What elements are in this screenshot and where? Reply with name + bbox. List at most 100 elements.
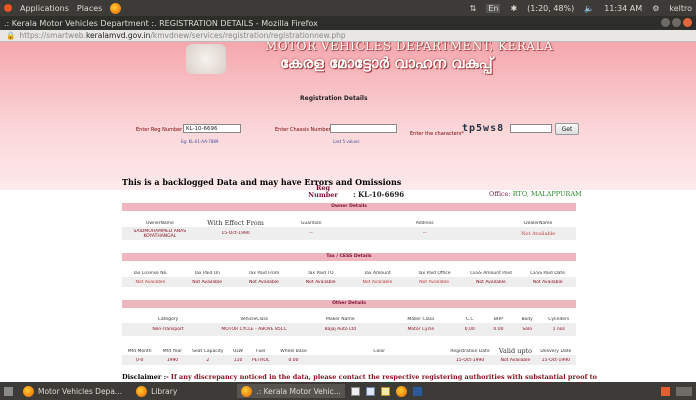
disclaimer-label: Disclaimer :-: [122, 373, 169, 381]
applications-menu[interactable]: Applications: [20, 4, 69, 13]
tax-col-header: CESS Amount Paid: [470, 270, 512, 276]
apps-icon[interactable]: [4, 4, 12, 12]
backlog-notice: This is a backlogged Data and may have E…: [122, 177, 402, 187]
vehicle-table: Category VehicleClass Maker Name Maker C…: [122, 315, 576, 336]
task-label: .: Kerala Motor Vehic...: [256, 386, 341, 396]
owner-col-header: Guardian: [300, 220, 322, 226]
vehicle-col-header: Valid upto: [498, 347, 533, 355]
vehicle-cell: 2: [206, 357, 210, 363]
task-label: Motor Vehicles Depa...: [38, 386, 123, 396]
vehicle-cell: 1 nos: [552, 327, 565, 332]
app-icon[interactable]: [412, 386, 422, 396]
vehicle-cell: PETROL: [251, 357, 270, 363]
task-kerala-mvd[interactable]: .: Kerala Motor Vehic...: [237, 384, 345, 398]
keyboard-layout[interactable]: En: [486, 3, 501, 13]
vehicle-col-header: Cylinders: [548, 316, 570, 322]
tax-details-header: Tax / CESS Details: [122, 253, 576, 261]
vehicle-col-header: Seat Capacity: [192, 348, 224, 354]
vehicle-col-header: Delivery Date: [540, 348, 572, 354]
vehicle-col-header: Maker Class: [407, 316, 435, 322]
disclaimer-text: If any discrepancy noticed in the data, …: [168, 373, 597, 381]
vehicle-table-2: Mfd Month Mfd Year Seat Capacity ULW Fue…: [122, 347, 576, 365]
vehicle-col-header: Mfd Month: [127, 348, 152, 354]
vehicle-cell: 1990: [166, 357, 179, 363]
owner-guardian: --: [309, 231, 313, 236]
tax-cell: Not Available: [192, 279, 222, 285]
minimize-button[interactable]: [661, 18, 670, 27]
vehicle-col-header: ULW: [233, 348, 243, 354]
tax-col-header: Tax Paid TO: [307, 270, 334, 276]
vehicle-col-header: Color: [373, 348, 386, 354]
reg-number-hint: Eg: KL-01-AA-7889: [181, 139, 219, 144]
vehicle-cell: Solo: [522, 327, 532, 332]
tax-cell: Not Available: [532, 279, 563, 285]
firefox-icon[interactable]: [395, 385, 407, 397]
writer-icon[interactable]: [365, 386, 375, 396]
impress-icon[interactable]: [380, 386, 390, 396]
owner-col-header: OwnerName: [145, 220, 174, 226]
tax-cell: Not Available: [305, 279, 336, 285]
show-desktop-icon[interactable]: [4, 386, 13, 396]
office-label: Office:: [489, 190, 511, 198]
reg-number-label: Enter Reg Number: [136, 127, 183, 133]
captcha-input[interactable]: [510, 124, 552, 133]
top-panel: Applications Places ⇅ En ✱ (1:20, 48%) 🔈…: [0, 0, 696, 16]
vehicle-cell: 15-Oct-1990: [455, 357, 485, 363]
owner-details-header: Owner Details: [122, 203, 576, 211]
reg-number-input[interactable]: KL-10-6696: [183, 124, 241, 133]
workspace-2[interactable]: [676, 386, 692, 396]
tax-cell: Not Available: [135, 279, 166, 285]
get-button[interactable]: Get: [555, 123, 579, 135]
owner-col-header: Address: [415, 220, 434, 226]
owner-table: OwnerName With Effect From Guardian Addr…: [122, 219, 576, 240]
tax-col-header: Tax Paid From: [248, 270, 280, 276]
window-titlebar[interactable]: .: Kerala Motor Vehicles Department :. R…: [0, 16, 696, 30]
table-row: 0-0 1990 2 110 PETROL 0.00 15-Oct-1990 N…: [122, 355, 576, 365]
close-button[interactable]: [683, 18, 692, 27]
volume-icon[interactable]: 🔈: [584, 4, 594, 13]
table-row: Non-Transport MOTOR CYCLE - ABOVE 85CC B…: [122, 323, 576, 336]
owner-address: --: [423, 231, 427, 236]
vehicle-col-header: Category: [157, 316, 179, 322]
user-name[interactable]: keltro: [669, 4, 692, 13]
vehicle-cell: Bajaj Auto Ltd: [324, 327, 357, 332]
captcha-image: tp5ws8: [462, 123, 505, 134]
chassis-number-label: Enter Chassis Number: [275, 127, 331, 133]
firefox-icon: [23, 385, 34, 397]
vehicle-cell: Motor Cycle: [407, 327, 435, 332]
places-menu[interactable]: Places: [77, 4, 102, 13]
task-label: Library: [151, 386, 178, 396]
firefox-icon[interactable]: [110, 2, 122, 14]
workspace-1[interactable]: [661, 386, 670, 396]
battery-status[interactable]: (1:20, 48%): [527, 4, 574, 13]
tax-cell: Not Available: [362, 279, 393, 285]
clock[interactable]: 11:34 AM: [604, 4, 642, 13]
url-text[interactable]: https://smartweb.keralamvd.gov.in/kmvdne…: [19, 31, 345, 40]
firefox-icon: [241, 385, 253, 397]
document-icon[interactable]: [350, 386, 360, 396]
task-motor-vehicles[interactable]: Motor Vehicles Depa...: [19, 384, 126, 398]
tax-cell: Not Available: [249, 279, 279, 285]
vehicle-col-header: BHP: [493, 316, 504, 322]
vehicle-cell: Not Available: [500, 357, 531, 363]
network-icon[interactable]: ⇅: [470, 4, 477, 13]
task-library[interactable]: Library: [132, 384, 181, 398]
firefox-icon: [136, 385, 148, 397]
maximize-button[interactable]: [672, 18, 681, 27]
settings-gear-icon[interactable]: ⚙: [652, 4, 659, 13]
vehicle-col-header: Maker Name: [326, 316, 355, 322]
disclaimer: Disclaimer :- If any discrepancy noticed…: [122, 373, 597, 381]
owner-dealer: Not Available: [521, 230, 556, 237]
url-bar[interactable]: 🔒 https://smartweb.keralamvd.gov.in/kmvd…: [0, 30, 696, 42]
bluetooth-icon[interactable]: ✱: [510, 4, 517, 13]
table-row: Not Available Not Available Not Availabl…: [122, 277, 576, 287]
vehicle-col-header: Fuel: [256, 348, 266, 354]
tax-table: Tax License No. Tax Paid On Tax Paid Fro…: [122, 269, 576, 287]
vehicle-cell: Non-Transport: [152, 327, 184, 332]
kerala-emblem-logo: [186, 44, 226, 74]
vehicle-cell: MOTOR CYCLE - ABOVE 85CC: [221, 327, 288, 332]
chassis-number-input[interactable]: [330, 124, 397, 133]
chassis-number-hint: Last 5 values: [333, 139, 360, 144]
vehicle-col-header: Mfd Year: [162, 348, 183, 354]
form-title: Registration Details: [300, 95, 368, 102]
